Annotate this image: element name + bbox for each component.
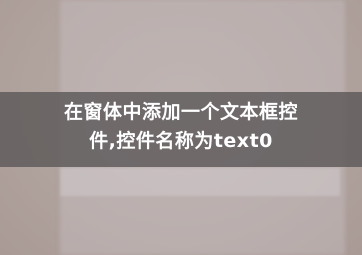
caption-line-1: 在窗体中添加一个文本框控 [63,101,298,123]
caption-line-2: 件,控件名称为text0 [89,130,273,152]
background-card-strip [60,168,340,196]
caption: 在窗体中添加一个文本框控 件,控件名称为text0 [0,98,362,156]
